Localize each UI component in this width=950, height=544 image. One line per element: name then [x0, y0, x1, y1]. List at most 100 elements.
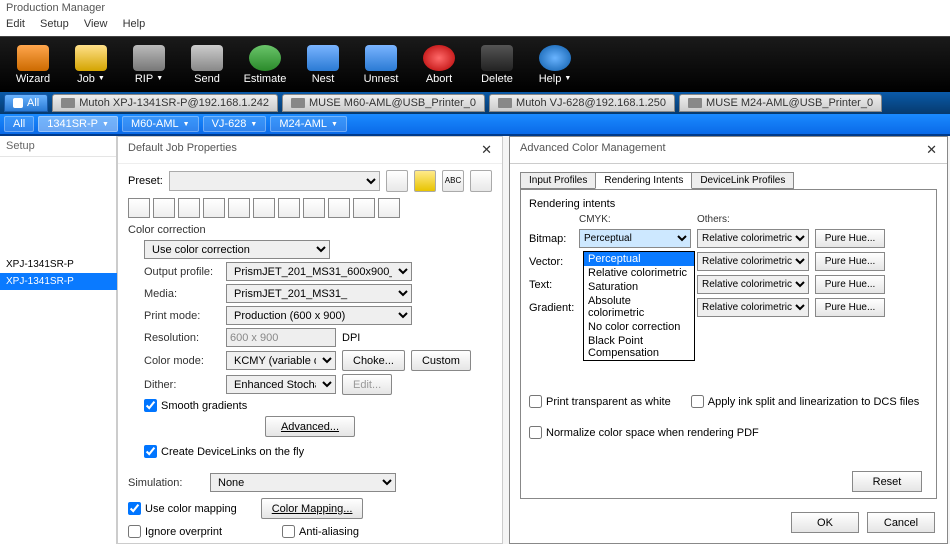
tab-rendering-intents[interactable]: Rendering Intents — [595, 172, 692, 189]
apply-ink-split-label: Apply ink split and linearization to DCS… — [708, 396, 920, 408]
job-tab-2[interactable]: M60-AML▼ — [122, 116, 199, 132]
dither-select[interactable]: Enhanced Stochastic 2 — [226, 375, 336, 394]
use-color-correction-select[interactable]: Use color correction — [144, 240, 330, 259]
vector-others-select[interactable]: Relative colorimetric — [697, 252, 809, 271]
bitmap-label: Bitmap: — [529, 233, 573, 245]
cat-icon[interactable] — [353, 198, 375, 218]
cat-icon[interactable] — [253, 198, 275, 218]
dropdown-option[interactable]: Saturation — [584, 280, 694, 294]
cat-icon[interactable] — [153, 198, 175, 218]
close-icon[interactable]: ✕ — [926, 142, 937, 158]
job-tab-row: All 1341SR-P▼ M60-AML▼ VJ-628▼ M24-AML▼ — [0, 114, 950, 136]
ignore-overprint-checkbox[interactable] — [128, 525, 141, 538]
dropdown-option[interactable]: Absolute colorimetric — [584, 294, 694, 320]
color-mode-select[interactable]: KCMY (variable dot) — [226, 351, 336, 370]
main-toolbar: Wizard Job▼ RIP▼ Send Estimate Nest Unne… — [0, 36, 950, 92]
nest-button[interactable]: Nest — [294, 45, 352, 85]
menu-edit[interactable]: Edit — [6, 18, 25, 30]
close-icon[interactable]: ✕ — [481, 142, 492, 158]
media-select[interactable]: PrismJET_201_MS31_ — [226, 284, 412, 303]
bitmap-pure-hue-button[interactable]: Pure Hue... — [815, 229, 885, 248]
anti-aliasing-checkbox[interactable] — [282, 525, 295, 538]
job-list: XPJ-1341SR-P XPJ-1341SR-P — [0, 256, 117, 290]
dropdown-option[interactable]: Black Point Compensation — [584, 334, 694, 360]
normalize-checkbox[interactable] — [529, 426, 542, 439]
printer-tab-3[interactable]: Mutoh VJ-628@192.168.1.250 — [489, 94, 675, 112]
dropdown-option[interactable]: No color correction — [584, 320, 694, 334]
print-mode-select[interactable]: Production (600 x 900) — [226, 306, 412, 325]
color-mapping-button[interactable]: Color Mapping... — [261, 498, 364, 519]
dropdown-option[interactable]: Relative colorimetric — [584, 266, 694, 280]
unnest-button[interactable]: Unnest — [352, 45, 410, 85]
abort-button[interactable]: Abort — [410, 45, 468, 85]
dropdown-option[interactable]: Perceptual — [584, 252, 694, 266]
gradient-others-select[interactable]: Relative colorimetric — [697, 298, 809, 317]
reset-button[interactable]: Reset — [852, 471, 922, 492]
cancel-button[interactable]: Cancel — [867, 512, 935, 533]
output-profile-select[interactable]: PrismJET_201_MS31_600x900_Production — [226, 262, 412, 281]
ok-button[interactable]: OK — [791, 512, 859, 533]
edit-dither-button[interactable]: Edit... — [342, 374, 392, 395]
gradient-pure-hue-button[interactable]: Pure Hue... — [815, 298, 885, 317]
cat-icon[interactable] — [128, 198, 150, 218]
estimate-button[interactable]: Estimate — [236, 45, 294, 85]
save-as-preset-icon[interactable] — [414, 170, 436, 192]
delete-button[interactable]: Delete — [468, 45, 526, 85]
create-devicelinks-checkbox[interactable] — [144, 445, 157, 458]
printer-tab-all[interactable]: All — [4, 94, 48, 112]
text-pure-hue-button[interactable]: Pure Hue... — [815, 275, 885, 294]
job-row[interactable]: XPJ-1341SR-P — [0, 256, 117, 273]
vector-pure-hue-button[interactable]: Pure Hue... — [815, 252, 885, 271]
delete-preset-icon[interactable] — [470, 170, 492, 192]
tab-input-profiles[interactable]: Input Profiles — [520, 172, 596, 189]
printer-tab-2[interactable]: MUSE M60-AML@USB_Printer_0 — [282, 94, 485, 112]
print-transparent-checkbox[interactable] — [529, 395, 542, 408]
menubar: Edit Setup View Help — [0, 18, 950, 36]
save-preset-icon[interactable] — [386, 170, 408, 192]
job-tab-3[interactable]: VJ-628▼ — [203, 116, 267, 132]
menu-view[interactable]: View — [84, 18, 108, 30]
help-button[interactable]: Help▼ — [526, 45, 584, 85]
cat-icon[interactable] — [303, 198, 325, 218]
others-header: Others: — [697, 214, 809, 225]
bitmap-cmyk-select[interactable]: Perceptual — [579, 229, 691, 248]
use-color-mapping-checkbox[interactable] — [128, 502, 141, 515]
printer-tab-row: All Mutoh XPJ-1341SR-P@192.168.1.242 MUS… — [0, 92, 950, 114]
abc-icon[interactable]: ABC — [442, 170, 464, 192]
cat-icon[interactable] — [203, 198, 225, 218]
menu-help[interactable]: Help — [123, 18, 146, 30]
job-tab-all[interactable]: All — [4, 116, 34, 132]
create-devicelinks-label: Create DeviceLinks on the fly — [161, 446, 304, 458]
cat-icon[interactable] — [228, 198, 250, 218]
bitmap-cmyk-dropdown-list[interactable]: Perceptual Relative colorimetric Saturat… — [583, 251, 695, 361]
rip-button[interactable]: RIP▼ — [120, 45, 178, 85]
menu-setup[interactable]: Setup — [40, 18, 69, 30]
job-button[interactable]: Job▼ — [62, 45, 120, 85]
job-row[interactable]: XPJ-1341SR-P — [0, 273, 117, 290]
text-others-select[interactable]: Relative colorimetric — [697, 275, 809, 294]
smooth-gradients-checkbox[interactable] — [144, 399, 157, 412]
preset-label: Preset: — [128, 175, 163, 187]
apply-ink-split-checkbox[interactable] — [691, 395, 704, 408]
cat-icon[interactable] — [278, 198, 300, 218]
custom-button[interactable]: Custom — [411, 350, 471, 371]
tab-devicelink-profiles[interactable]: DeviceLink Profiles — [691, 172, 794, 189]
cat-icon[interactable] — [378, 198, 400, 218]
vector-label: Vector: — [529, 256, 573, 268]
use-color-mapping-label: Use color mapping — [145, 503, 237, 515]
cat-icon[interactable] — [178, 198, 200, 218]
job-tab-4[interactable]: M24-AML▼ — [270, 116, 347, 132]
cat-icon[interactable] — [328, 198, 350, 218]
printer-tab-1[interactable]: Mutoh XPJ-1341SR-P@192.168.1.242 — [52, 94, 278, 112]
window-title: Production Manager — [0, 0, 950, 18]
choke-button[interactable]: Choke... — [342, 350, 405, 371]
resolution-field — [226, 328, 336, 347]
advanced-button[interactable]: Advanced... — [265, 416, 355, 437]
preset-select[interactable] — [169, 171, 380, 191]
bitmap-others-select[interactable]: Relative colorimetric — [697, 229, 809, 248]
simulation-select[interactable]: None — [210, 473, 396, 492]
job-tab-1[interactable]: 1341SR-P▼ — [38, 116, 118, 132]
send-button[interactable]: Send — [178, 45, 236, 85]
printer-tab-4[interactable]: MUSE M24-AML@USB_Printer_0 — [679, 94, 882, 112]
wizard-button[interactable]: Wizard — [4, 45, 62, 85]
